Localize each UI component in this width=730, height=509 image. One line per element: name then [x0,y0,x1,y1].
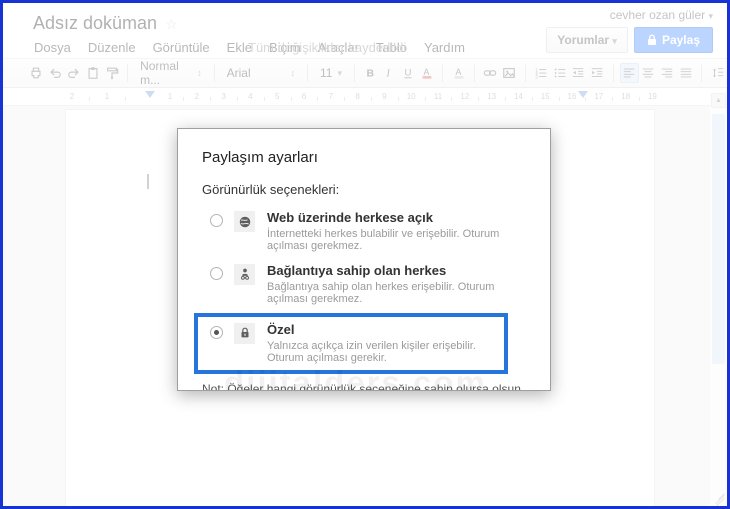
globe-icon [234,211,255,232]
visibility-option-anyone-with-link[interactable]: Bağlantıya sahip olan herkes Bağlantıya s… [202,260,526,309]
option-text: Bağlantıya sahip olan herkes Bağlantıya s… [267,262,526,305]
option-description: İnternetteki herkes bulabilir ve erişebi… [267,227,500,252]
radio-public[interactable] [210,214,223,227]
option-label: Web üzerinde herkese açık [267,210,433,225]
option-text: Web üzerinde herkese açık İnternetteki he… [267,210,526,252]
radio-private[interactable] [210,325,223,339]
visibility-option-public[interactable]: Web üzerinde herkese açık İnternetteki he… [202,207,526,256]
dialog-title: Paylaşım ayarları [202,149,318,166]
screenshot-frame: Adsız doküman☆ DosyaDüzenleGörüntüleEkle… [0,0,730,509]
option-description: Yalnızca açıkça izin verilen kişiler eri… [267,339,476,364]
option-label: Bağlantıya sahip olan herkes [267,262,447,278]
option-text: Özel Yalnızca açıkça izin verilen kişiler… [267,321,504,364]
option-label: Özel [267,321,295,337]
visibility-options: Web üzerinde herkese açık İnternetteki he… [194,207,526,374]
link-person-icon [234,263,255,285]
watermark: dijitalders.com [224,364,487,391]
option-description: Bağlantıya sahip olan herkes erişebilir.… [267,280,495,305]
lock-icon [234,322,255,344]
radio-anyone-with-link[interactable] [210,266,223,280]
sharing-settings-dialog: Paylaşım ayarları Görünürlük seçenekleri… [177,128,551,391]
visibility-options-label: Görünürlük seçenekleri: [202,182,340,197]
